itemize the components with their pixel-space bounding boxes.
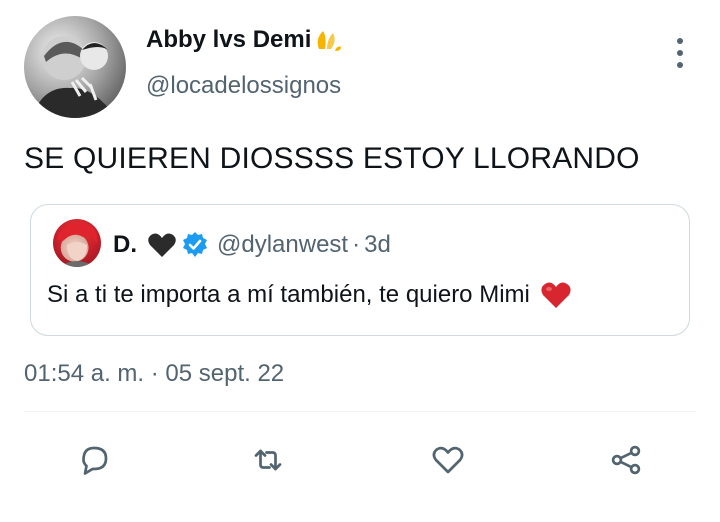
- red-heart-icon: [540, 281, 572, 309]
- action-bar: [0, 430, 720, 490]
- quoted-display-name[interactable]: D.: [113, 231, 137, 259]
- quoted-tweet-header: D. @dylanwest · 3d: [113, 231, 391, 259]
- author-avatar[interactable]: [24, 16, 126, 118]
- reply-icon: [76, 442, 112, 483]
- tweet-header: Abby lvs Demi @locadelossignos: [24, 16, 696, 120]
- tweet-text: SE QUIEREN DIOSSSS ESTOY LLORANDO: [24, 142, 640, 175]
- quoted-tweet[interactable]: D. @dylanwest · 3d Si a ti te importa a …: [30, 204, 690, 336]
- like-icon: [430, 442, 466, 483]
- quoted-handle[interactable]: @dylanwest: [217, 231, 348, 259]
- like-button[interactable]: [426, 440, 470, 484]
- verified-badge-icon: [181, 231, 209, 259]
- retweet-button[interactable]: [246, 440, 290, 484]
- share-button[interactable]: [604, 440, 648, 484]
- black-heart-icon: [147, 232, 177, 258]
- author-display-name[interactable]: Abby lvs Demi: [146, 26, 311, 54]
- quoted-tweet-text-row: Si a ti te importa a mí también, te quie…: [47, 281, 572, 309]
- divider: [24, 411, 696, 412]
- quoted-author-avatar[interactable]: [53, 219, 101, 267]
- reply-button[interactable]: [72, 440, 116, 484]
- retweet-icon: [250, 442, 286, 483]
- author-handle[interactable]: @locadelossignos: [146, 72, 341, 100]
- author-name-row[interactable]: Abby lvs Demi: [146, 26, 343, 54]
- more-options-icon[interactable]: [674, 38, 686, 68]
- hands-pressed-icon: [313, 27, 343, 53]
- quoted-separator: ·: [352, 231, 361, 258]
- quoted-time: 3d: [364, 231, 391, 258]
- tweet-timestamp[interactable]: 01:54 a. m. · 05 sept. 22: [24, 360, 284, 388]
- share-icon: [608, 442, 644, 483]
- quoted-tweet-text: Si a ti te importa a mí también, te quie…: [47, 281, 530, 308]
